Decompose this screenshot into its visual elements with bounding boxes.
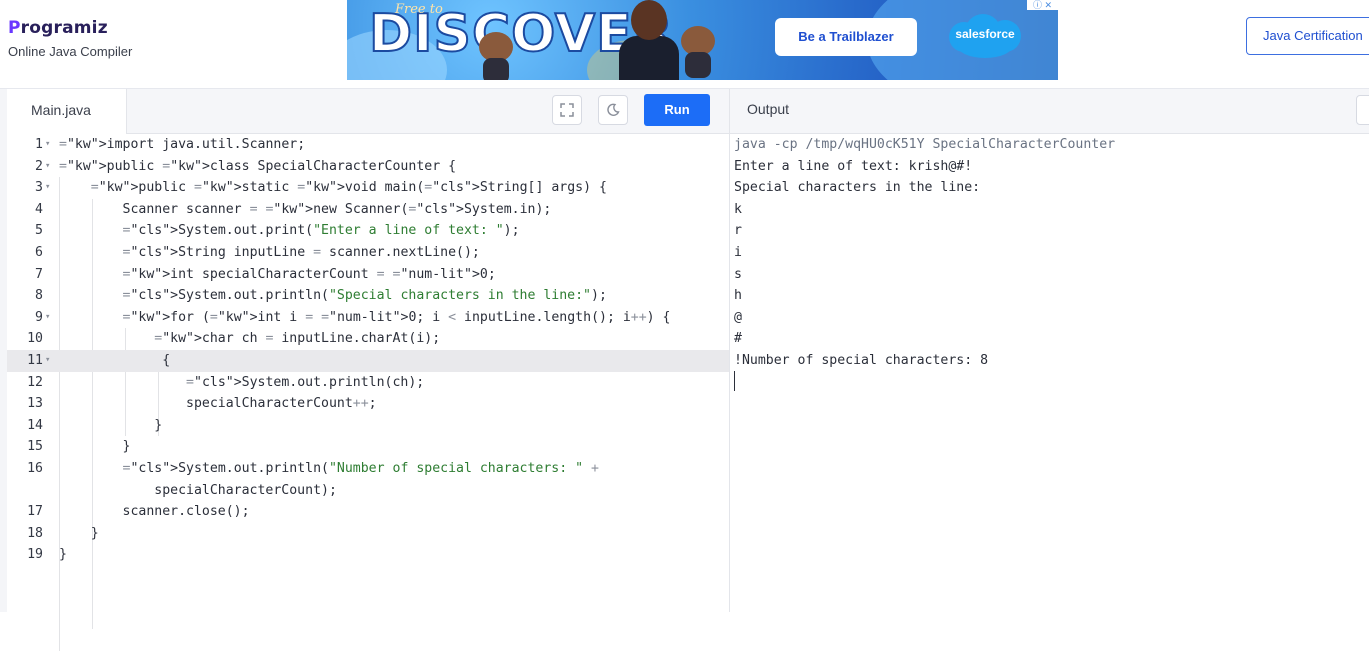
code-line[interactable]: 16 ="cls">System.out.println("Number of … <box>7 458 729 480</box>
output-console[interactable]: java -cp /tmp/wqHU0cK51Y SpecialCharacte… <box>734 134 1115 372</box>
code-line[interactable]: 3 ▾ ="kw">public ="kw">static ="kw">void … <box>7 177 729 199</box>
code-text: { <box>59 352 171 368</box>
code-line[interactable]: 1 ▾ ="kw">import java.util.Scanner; <box>7 134 729 156</box>
line-number: 9 <box>35 309 43 325</box>
line-number: 8 <box>35 288 43 304</box>
code-editor[interactable]: 1 ▾ ="kw">import java.util.Scanner; 2 ▾ ="kw"… <box>7 134 729 651</box>
code-line[interactable]: 11 ▾ { <box>7 349 729 372</box>
output-line: r <box>734 223 742 239</box>
fold-arrow-icon[interactable]: ▾ <box>45 177 55 199</box>
line-number: 17 <box>27 504 43 520</box>
line-number: 18 <box>27 525 43 541</box>
clear-button[interactable] <box>1356 95 1369 125</box>
code-line[interactable]: 8 ="cls">System.out.println("Special cha… <box>7 285 729 307</box>
output-line: k <box>734 201 742 217</box>
code-text: scanner.close(); <box>59 504 250 520</box>
expand-icon[interactable] <box>552 95 582 125</box>
code-text: ="kw">for (="kw">int i = ="num-lit">0; i… <box>122 309 671 325</box>
code-line[interactable]: 6 ="cls">String inputLine = scanner.next… <box>7 242 729 264</box>
output-line: Enter a line of text: krish@#! <box>734 158 973 174</box>
output-line: Special characters in the line: <box>734 180 981 196</box>
code-text: ="kw">public ="kw">class SpecialCharacte… <box>59 158 457 174</box>
code-line[interactable]: specialCharacterCount); <box>7 480 729 502</box>
code-text: ="cls">System.out.print("Enter a line of… <box>122 223 520 239</box>
tab-main-java[interactable]: Main.java <box>7 89 127 134</box>
line-number: 2 <box>35 158 43 174</box>
left-gutter <box>0 89 7 612</box>
line-number: 5 <box>35 223 43 239</box>
ad-banner[interactable]: DISCOVER Free to Be a Trailblazer salesf… <box>347 0 1058 80</box>
line-number: 16 <box>27 460 43 476</box>
run-button[interactable]: Run <box>644 94 710 126</box>
output-line: !Number of special characters: 8 <box>734 352 989 368</box>
line-number: 1 <box>35 137 43 152</box>
code-line[interactable]: 4 Scanner scanner = ="kw">new Scanner(="… <box>7 199 729 221</box>
code-text: ="kw">import java.util.Scanner; <box>59 137 306 152</box>
code-line[interactable]: 18 } <box>7 523 729 545</box>
code-line[interactable]: 10 ="kw">char ch = inputLine.charAt(i); <box>7 328 729 350</box>
line-number: 14 <box>27 417 43 433</box>
line-number: 3 <box>35 180 43 196</box>
code-line[interactable]: 7 ="kw">int specialCharacterCount = ="nu… <box>7 264 729 286</box>
output-line: h <box>734 288 742 304</box>
output-line: i <box>734 244 742 260</box>
code-text: } <box>59 547 67 563</box>
output-command-line: java -cp /tmp/wqHU0cK51Y SpecialCharacte… <box>734 137 1116 152</box>
person-image <box>615 0 683 80</box>
code-text: } <box>59 439 131 455</box>
code-line[interactable]: 12 ="cls">System.out.println(ch); <box>7 372 729 394</box>
output-line: @ <box>734 309 742 325</box>
line-number: 10 <box>27 331 43 347</box>
line-number: 11 <box>27 352 43 368</box>
code-line[interactable]: 2 ▾ ="kw">public ="kw">class SpecialCharac… <box>7 156 729 178</box>
java-certification-button[interactable]: Java Certification <box>1246 17 1369 55</box>
code-text: ="cls">System.out.println("Number of spe… <box>122 460 599 476</box>
fold-arrow-icon[interactable]: ▾ <box>45 350 55 372</box>
fold-arrow-icon[interactable]: ▾ <box>45 134 55 156</box>
line-number: 19 <box>27 547 43 563</box>
code-line[interactable]: 5 ="cls">System.out.print("Enter a line … <box>7 220 729 242</box>
line-number: 6 <box>35 244 43 260</box>
pane-divider[interactable] <box>729 89 730 612</box>
code-line[interactable]: 17 scanner.close(); <box>7 501 729 523</box>
moon-icon[interactable] <box>598 95 628 125</box>
line-number: 13 <box>27 396 43 412</box>
line-number: 12 <box>27 374 43 390</box>
code-text: specialCharacterCount); <box>59 482 337 498</box>
ad-close-icon[interactable]: ⓘ ✕ <box>1027 0 1058 10</box>
output-line: s <box>734 266 742 282</box>
text-cursor <box>734 371 735 391</box>
code-text: Scanner scanner = ="kw">new Scanner(="cl… <box>59 201 552 217</box>
code-text: ="cls">String inputLine = scanner.nextLi… <box>122 244 480 260</box>
code-text: ="kw">char ch = inputLine.charAt(i); <box>154 331 441 347</box>
line-number: 15 <box>27 439 43 455</box>
line-number: 4 <box>35 201 43 217</box>
code-line[interactable]: 13 specialCharacterCount++; <box>7 393 729 415</box>
code-line[interactable]: 19} <box>7 544 729 566</box>
output-label: Output <box>747 101 790 117</box>
ad-tagline: Free to <box>395 2 443 17</box>
code-line[interactable]: 14 } <box>7 415 729 437</box>
code-text: specialCharacterCount++; <box>59 396 377 412</box>
mascot-image <box>677 26 719 78</box>
mascot-image <box>475 32 517 80</box>
output-line: # <box>734 331 742 347</box>
code-text: } <box>59 417 163 433</box>
code-line[interactable]: 15 } <box>7 436 729 458</box>
code-text: ="kw">int specialCharacterCount = ="num-… <box>122 266 496 282</box>
line-number: 7 <box>35 266 43 282</box>
code-text: ="kw">public ="kw">static ="kw">void mai… <box>90 180 607 196</box>
code-text: } <box>59 525 99 541</box>
code-text: ="cls">System.out.println(ch); <box>186 374 425 390</box>
code-line[interactable]: 9 ▾ ="kw">for (="kw">int i = ="num-lit">0… <box>7 307 729 329</box>
page-subtitle: Online Java Compiler <box>8 44 133 59</box>
programiz-logo[interactable]: Programiz <box>8 18 108 38</box>
fold-arrow-icon[interactable]: ▾ <box>45 156 55 178</box>
ad-cta-button[interactable]: Be a Trailblazer <box>775 18 917 56</box>
fold-arrow-icon[interactable]: ▾ <box>45 307 55 329</box>
code-text: ="cls">System.out.println("Special chara… <box>122 288 607 304</box>
salesforce-logo: salesforce <box>945 12 1025 60</box>
